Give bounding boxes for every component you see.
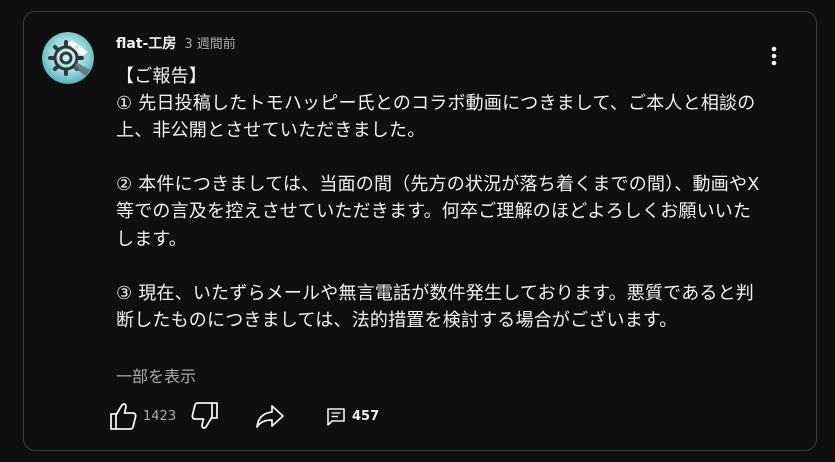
author-name[interactable]: flat-工房 — [116, 33, 176, 53]
reply-button[interactable] — [325, 406, 347, 428]
share-button[interactable] — [255, 401, 285, 431]
comment-header: flat-工房 3 週間前 — [116, 33, 236, 53]
like-button[interactable] — [109, 401, 137, 431]
more-vertical-icon — [771, 46, 777, 66]
comment-card: flat-工房 3 週間前 【ご報告】 ① 先日投稿したトモハッピー氏とのコラボ… — [23, 11, 817, 451]
dislike-button[interactable] — [191, 401, 219, 431]
like-count: 1423 — [143, 409, 177, 424]
thumb-up-icon — [110, 403, 137, 430]
show-less-button[interactable]: 一部を表示 — [116, 363, 196, 387]
thumb-down-icon — [191, 402, 218, 429]
comment-time[interactable]: 3 週間前 — [184, 33, 235, 52]
author-avatar[interactable] — [42, 32, 94, 84]
gear-logo-icon — [42, 32, 94, 84]
comment-bubble-icon — [327, 408, 345, 426]
reply-count[interactable]: 457 — [352, 409, 379, 424]
comment-body: 【ご報告】 ① 先日投稿したトモハッピー氏とのコラボ動画につきまして、ご本人と相… — [116, 66, 760, 331]
share-arrow-icon — [256, 405, 284, 428]
